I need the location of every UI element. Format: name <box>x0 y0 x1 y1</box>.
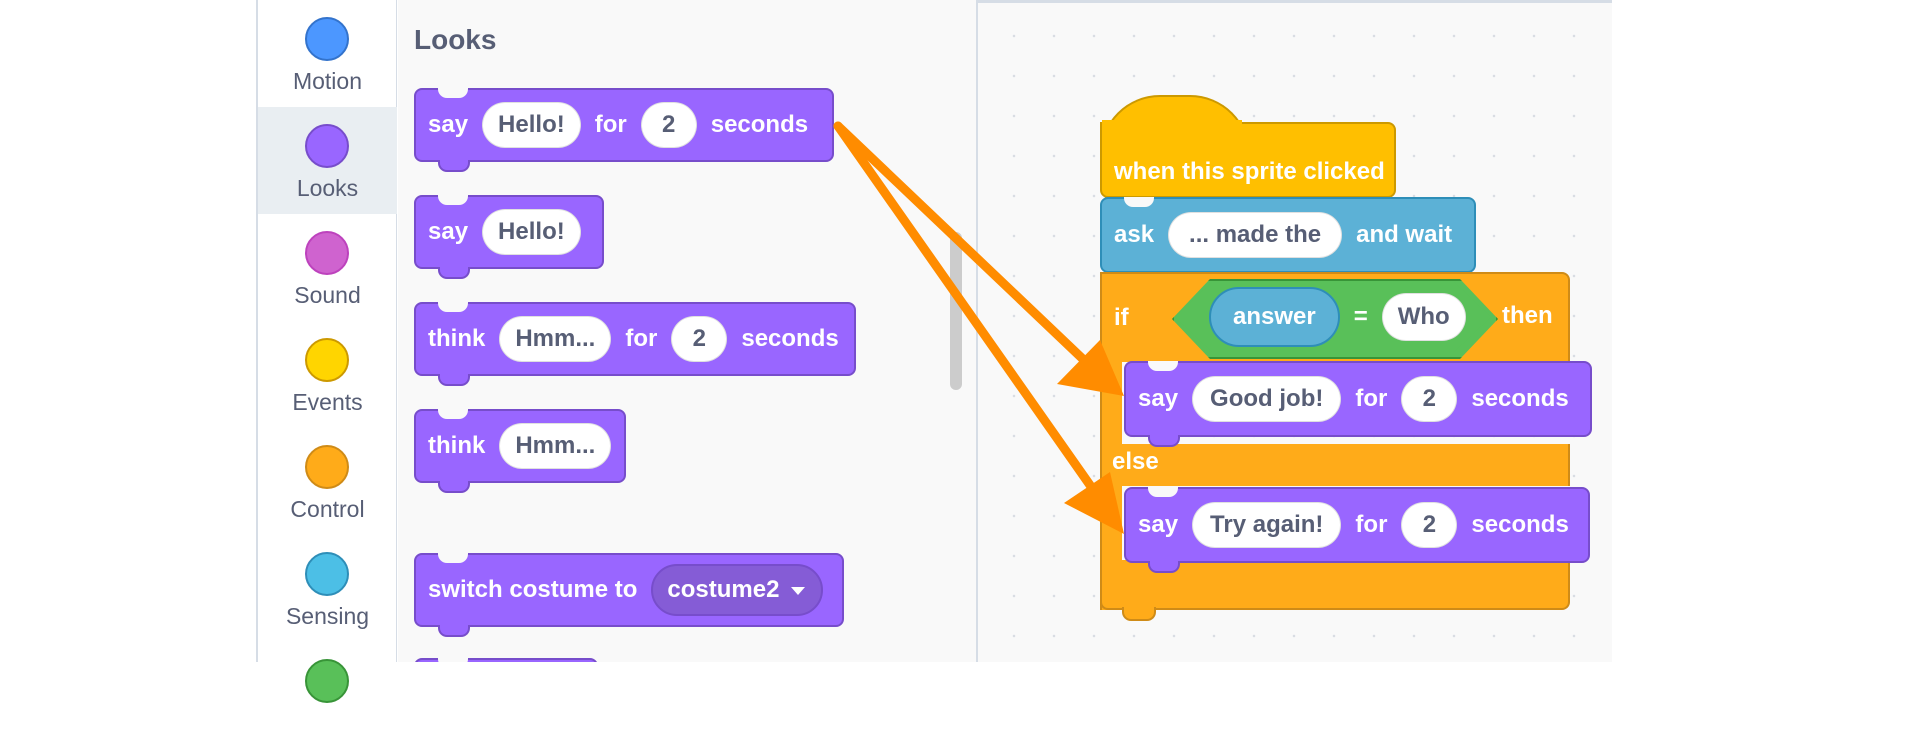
block-keyword: and wait <box>1356 221 1453 248</box>
block-keyword: seconds <box>1471 511 1569 538</box>
message-input[interactable]: Try again! <box>1192 502 1342 548</box>
question-input[interactable]: ... made the <box>1168 212 1343 258</box>
costume-dropdown-value: costume2 <box>667 576 780 603</box>
equals-operator-inner: answer = Who <box>1175 281 1491 353</box>
block-keyword: say <box>428 218 469 245</box>
block-keyword: switch costume to <box>428 576 638 603</box>
switch-costume-block[interactable]: switch costume to costume2 <box>414 553 844 637</box>
else-keyword: else <box>1112 448 1159 475</box>
then-keyword: then <box>1502 302 1553 329</box>
block-keyword: for <box>1355 385 1388 412</box>
message-input[interactable]: Good job! <box>1192 376 1342 422</box>
if-keyword: if <box>1114 304 1129 331</box>
block-keyword: when this sprite clicked <box>1114 158 1385 185</box>
seconds-input[interactable]: 2 <box>1401 502 1458 548</box>
say-good-job-block[interactable]: say Good job! for 2 seconds <box>1124 361 1592 447</box>
seconds-input[interactable]: 2 <box>671 316 728 362</box>
block-keyword: for <box>1355 511 1388 538</box>
think-for-secs-block[interactable]: think Hmm... for 2 seconds <box>414 302 856 386</box>
category-operators[interactable] <box>258 642 397 749</box>
sensing-category-icon <box>305 552 349 596</box>
sound-category-icon <box>305 231 349 275</box>
chevron-down-icon <box>791 587 806 595</box>
category-menu: Motion Looks Sound Events Control Sensin… <box>256 0 397 703</box>
hat-seam <box>1102 120 1242 130</box>
category-sound[interactable]: Sound <box>258 214 397 321</box>
block-keyword: ask <box>1114 221 1155 248</box>
equals-sign: = <box>1353 303 1368 330</box>
say-try-again-block[interactable]: say Try again! for 2 seconds <box>1124 487 1590 573</box>
block-keyword: seconds <box>710 111 809 138</box>
motion-category-icon <box>305 17 349 61</box>
block-keyword: say <box>1138 385 1179 412</box>
block-keyword: for <box>625 325 658 352</box>
say-for-secs-block[interactable]: say Hello! for 2 seconds <box>414 88 834 172</box>
ask-and-wait-block[interactable]: ask ... made the and wait <box>1100 197 1476 273</box>
say-block[interactable]: say Hello! <box>414 195 604 279</box>
message-input[interactable]: Hmm... <box>499 316 612 362</box>
category-label: Sensing <box>285 603 370 629</box>
workspace-top-border <box>978 0 1612 3</box>
block-keyword: for <box>594 111 627 138</box>
block-keyword: seconds <box>741 325 839 352</box>
looks-block-partial[interactable] <box>414 658 598 662</box>
when-sprite-clicked-block[interactable]: when this sprite clicked <box>1100 122 1396 198</box>
category-events[interactable]: Events <box>258 321 397 428</box>
events-category-icon <box>305 338 349 382</box>
category-label: Control <box>290 496 365 522</box>
message-input[interactable]: Hello! <box>482 102 581 148</box>
seconds-input[interactable]: 2 <box>1401 376 1458 422</box>
block-keyword: think <box>428 432 486 459</box>
palette-scrollbar[interactable] <box>950 232 962 390</box>
category-motion[interactable]: Motion <box>258 0 397 107</box>
block-keyword: think <box>428 325 486 352</box>
category-label: Events <box>292 389 363 415</box>
category-sensing[interactable]: Sensing <box>258 535 397 642</box>
category-looks[interactable]: Looks <box>258 107 397 214</box>
category-label: Motion <box>292 68 363 94</box>
looks-category-icon <box>305 124 349 168</box>
block-keyword: say <box>1138 511 1179 538</box>
seconds-input[interactable]: 2 <box>640 102 697 148</box>
else-arm: else <box>1100 444 1570 486</box>
category-label: Sound <box>294 282 361 308</box>
category-control[interactable]: Control <box>258 428 397 535</box>
operators-category-icon <box>305 659 349 703</box>
message-input[interactable]: Hmm... <box>499 423 612 469</box>
message-input[interactable]: Hello! <box>482 209 581 255</box>
comparison-value-input[interactable]: Who <box>1382 293 1466 341</box>
think-block[interactable]: think Hmm... <box>414 409 626 493</box>
if-else-bottom-tab <box>1122 607 1156 621</box>
control-category-icon <box>305 445 349 489</box>
block-palette: Looks say Hello! for 2 seconds say Hello… <box>398 0 978 662</box>
category-label: Looks <box>296 175 359 201</box>
costume-dropdown[interactable]: costume2 <box>651 564 824 616</box>
block-keyword: say <box>428 111 469 138</box>
block-keyword: seconds <box>1471 385 1569 412</box>
answer-reporter[interactable]: answer <box>1209 287 1340 347</box>
palette-section-title: Looks <box>414 24 497 55</box>
